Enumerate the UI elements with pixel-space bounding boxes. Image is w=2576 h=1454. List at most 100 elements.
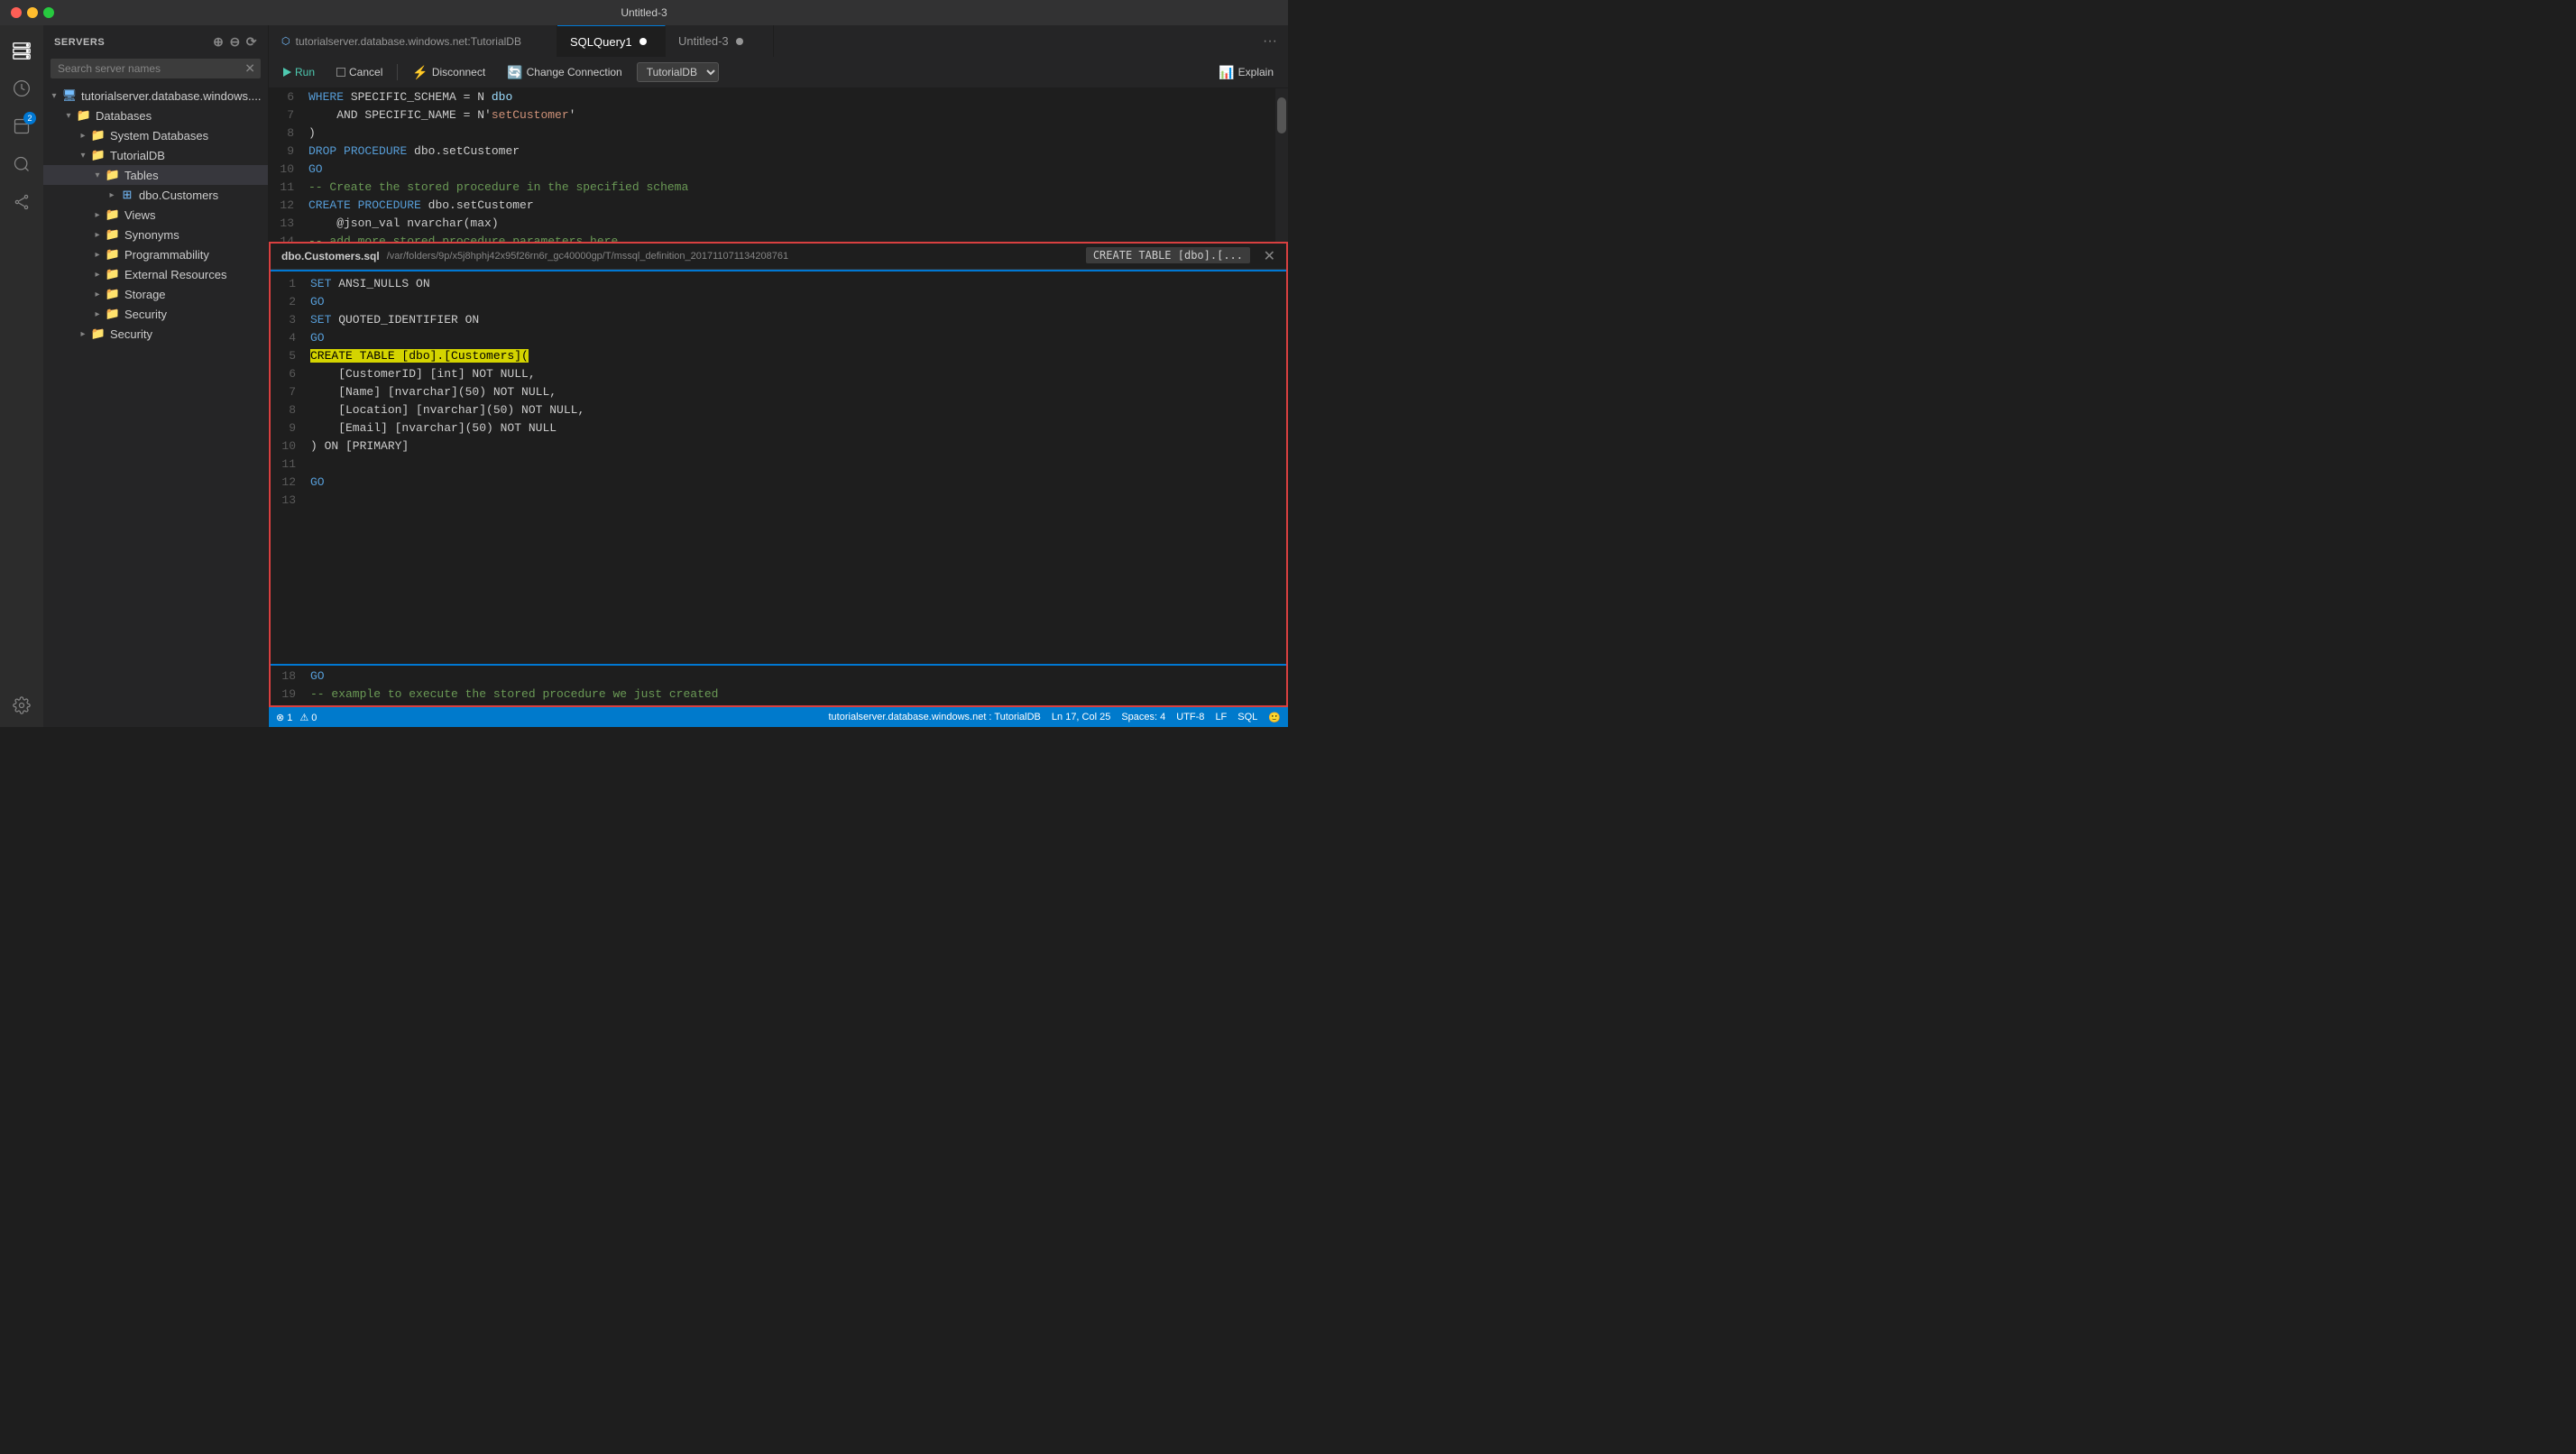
activity-icon-settings[interactable] [4, 691, 40, 727]
status-smiley: 🙂 [1268, 712, 1281, 723]
maximize-button[interactable] [43, 7, 54, 18]
tree-item-synonyms[interactable]: 📁 Synonyms [43, 225, 268, 244]
tree-item-storage[interactable]: 📁 Storage [43, 284, 268, 304]
panel-hint: CREATE TABLE [dbo].[... [1086, 247, 1250, 263]
panel-line-2: 2 GO [271, 293, 1286, 311]
change-conn-icon: 🔄 [507, 65, 522, 80]
folder-icon-views: 📁 [105, 207, 121, 223]
disconnect-button[interactable]: ⚡ Disconnect [405, 62, 492, 83]
synonyms-arrow [90, 227, 105, 242]
tree-item-security1[interactable]: 📁 Security [43, 304, 268, 324]
panel-line-4: 4 GO [271, 329, 1286, 347]
sqlquery1-dot [639, 38, 647, 45]
folder-icon: 📁 [76, 107, 92, 124]
customers-label: dbo.Customers [139, 189, 218, 202]
code-line-8: 8 ) [269, 124, 1288, 143]
separator1 [397, 64, 398, 80]
explain-button[interactable]: 📊 Explain [1211, 62, 1281, 83]
activity-bar: 2 [0, 25, 43, 727]
prog-arrow [90, 247, 105, 262]
status-position[interactable]: Ln 17, Col 25 [1052, 712, 1110, 722]
system-db-arrow [76, 128, 90, 143]
tab-untitled3[interactable]: Untitled-3 [666, 25, 774, 57]
security1-arrow [90, 307, 105, 321]
refresh-icon[interactable]: ⟳ [246, 34, 257, 50]
disconnect-icon[interactable]: ⊖ [229, 34, 240, 50]
code-line-7: 7 AND SPECIFIC_NAME = N'setCustomer' [269, 106, 1288, 124]
run-label: Run [295, 66, 315, 78]
panel-line-3: 3 SET QUOTED_IDENTIFIER ON [271, 311, 1286, 329]
tab-connection[interactable]: ⬡ tutorialserver.database.windows.net:Tu… [269, 25, 557, 57]
cancel-button[interactable]: Cancel [329, 63, 390, 81]
database-selector[interactable]: TutorialDB [637, 62, 719, 82]
run-button[interactable]: Run [276, 63, 322, 81]
tree-item-customers[interactable]: ⊞ dbo.Customers [43, 185, 268, 205]
close-button[interactable] [11, 7, 22, 18]
panel-close-button[interactable]: ✕ [1264, 247, 1275, 265]
code-line-9: 9 DROP PROCEDURE dbo.setCustomer [269, 143, 1288, 161]
activity-icon-accounts[interactable]: 2 [4, 108, 40, 144]
cancel-label: Cancel [349, 66, 382, 78]
main-editor[interactable]: 6 WHERE SPECIFIC_SCHEMA = N dbo 7 AND SP… [269, 88, 1288, 251]
db-tab-icon: ⬡ [281, 35, 290, 47]
activity-icon-search[interactable] [4, 146, 40, 182]
folder-icon-storage: 📁 [105, 286, 121, 302]
system-databases-label: System Databases [110, 129, 208, 143]
folder-icon-ext: 📁 [105, 266, 121, 282]
change-connection-button[interactable]: 🔄 Change Connection [500, 62, 630, 83]
tab-more-button[interactable]: ··· [1252, 25, 1288, 57]
status-spaces[interactable]: Spaces: 4 [1121, 712, 1165, 722]
tree-item-tutorialdb[interactable]: 📁 TutorialDB [43, 145, 268, 165]
panel-path: /var/folders/9p/x5j8hphj42x95f26rn6r_gc4… [387, 251, 788, 262]
search-box: ✕ [51, 59, 261, 78]
sidebar-header: SERVERS ⊕ ⊖ ⟳ [43, 25, 268, 55]
tab-sqlquery1[interactable]: SQLQuery1 [557, 25, 666, 57]
security2-label: Security [110, 327, 152, 341]
databases-arrow [61, 108, 76, 123]
status-warnings[interactable]: ⚠ 0 [299, 712, 317, 723]
tree-item-databases[interactable]: 📁 Databases [43, 106, 268, 125]
folder-icon-tutorialdb: 📁 [90, 147, 106, 163]
status-encoding[interactable]: UTF-8 [1176, 712, 1204, 722]
panel-line-6: 6 [CustomerID] [int] NOT NULL, [271, 365, 1286, 383]
status-line-ending[interactable]: LF [1215, 712, 1227, 722]
cancel-icon [336, 68, 345, 77]
status-connection: tutorialserver.database.windows.net : Tu… [829, 712, 1041, 722]
status-language[interactable]: SQL [1237, 712, 1257, 722]
folder-icon-tables: 📁 [105, 167, 121, 183]
panel-line-12: 12 GO [271, 474, 1286, 492]
scroll-thumb[interactable] [1277, 97, 1286, 133]
server-arrow [47, 88, 61, 103]
activity-icon-history[interactable] [4, 70, 40, 106]
tree-item-server[interactable]: 🖥 tutorialserver.database.windows.... [43, 86, 268, 106]
external-resources-label: External Resources [124, 268, 226, 281]
activity-icon-git[interactable] [4, 184, 40, 220]
tree-item-tables[interactable]: 📁 Tables [43, 165, 268, 185]
window-controls[interactable] [11, 7, 54, 18]
clear-search-icon[interactable]: ✕ [244, 61, 255, 77]
activity-icon-servers[interactable] [4, 32, 40, 69]
below-overlay-lines: 18 GO 19 -- example to execute the store… [271, 666, 1286, 705]
tree-item-system-databases[interactable]: 📁 System Databases [43, 125, 268, 145]
tutorialdb-label: TutorialDB [110, 149, 165, 162]
code-line-11: 11 -- Create the stored procedure in the… [269, 179, 1288, 197]
folder-icon-prog: 📁 [105, 246, 121, 262]
panel-filename: dbo.Customers.sql [281, 250, 380, 262]
tree-item-views[interactable]: 📁 Views [43, 205, 268, 225]
status-right: tutorialserver.database.windows.net : Tu… [829, 712, 1282, 723]
new-connection-icon[interactable]: ⊕ [213, 34, 224, 50]
programmability-label: Programmability [124, 248, 209, 262]
titlebar: Untitled-3 [0, 0, 1288, 25]
tree-item-external-resources[interactable]: 📁 External Resources [43, 264, 268, 284]
sidebar: SERVERS ⊕ ⊖ ⟳ ✕ 🖥 tutorialserver.databas… [43, 25, 269, 727]
accounts-badge: 2 [23, 112, 36, 124]
minimize-button[interactable] [27, 7, 38, 18]
editor-container: 6 WHERE SPECIFIC_SCHEMA = N dbo 7 AND SP… [269, 88, 1288, 707]
status-errors[interactable]: ⊗ 1 [276, 712, 292, 723]
tree-item-security2[interactable]: 📁 Security [43, 324, 268, 344]
tree-item-programmability[interactable]: 📁 Programmability [43, 244, 268, 264]
search-input[interactable] [51, 59, 261, 78]
folder-icon-security1: 📁 [105, 306, 121, 322]
panel-code[interactable]: 1 SET ANSI_NULLS ON 2 GO 3 SET QUOTED_ID… [271, 271, 1286, 664]
ext-arrow [90, 267, 105, 281]
